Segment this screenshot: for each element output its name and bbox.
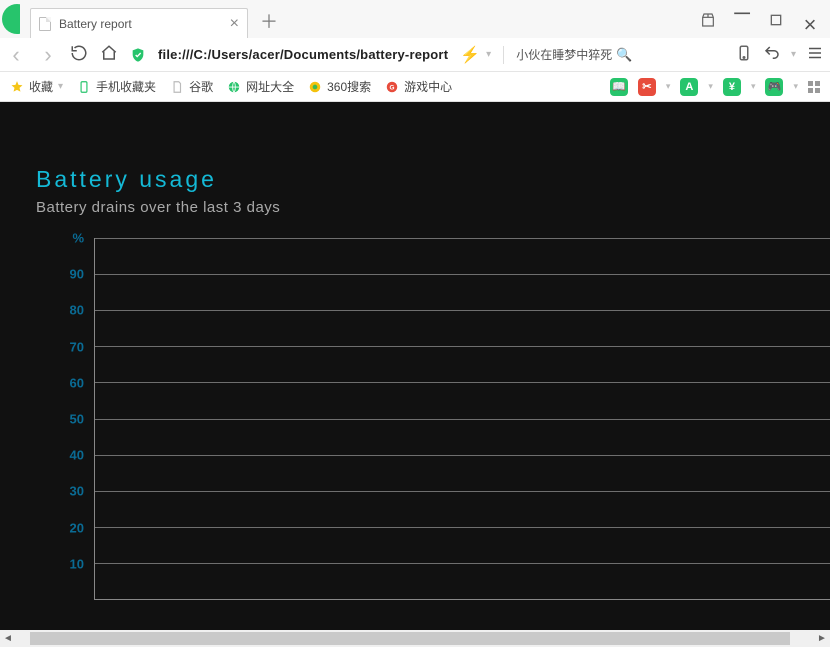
chevron-down-icon[interactable]: ▾ xyxy=(791,49,796,60)
favorites-menu[interactable]: 收藏 ▾ xyxy=(10,78,63,95)
ext-translate-icon[interactable]: A xyxy=(680,78,698,96)
url-text[interactable]: file:///C:/Users/acer/Documents/battery-… xyxy=(158,47,448,62)
ext-reader-icon[interactable]: 📖 xyxy=(610,78,628,96)
window-controls: ─ × xyxy=(698,6,830,38)
y-tick: 90 xyxy=(70,267,84,282)
phone-icon xyxy=(77,80,91,94)
ext-scissors-icon[interactable]: ✂ xyxy=(638,78,656,96)
toolbar-right-cluster: ▾ xyxy=(735,44,824,65)
gridline xyxy=(95,419,830,420)
scroll-right-button[interactable]: ► xyxy=(814,633,830,644)
menu-button[interactable] xyxy=(806,44,824,65)
ext-currency-icon[interactable]: ¥ xyxy=(723,78,741,96)
mobile-fav-label: 手机收藏夹 xyxy=(96,78,156,95)
scroll-track[interactable] xyxy=(16,630,814,647)
page-subtitle: Battery drains over the last 3 days xyxy=(36,199,830,216)
security-shield-icon[interactable] xyxy=(130,47,146,63)
tab-battery-report[interactable]: Battery report × xyxy=(30,8,248,38)
y-tick: 80 xyxy=(70,303,84,318)
bookmark-sites[interactable]: 网址大全 xyxy=(227,78,294,95)
search-suggestion[interactable]: 小伙在睡梦中猝死 🔍 xyxy=(516,46,632,63)
chevron-down-icon[interactable]: ▾ xyxy=(708,81,713,92)
reload-button[interactable] xyxy=(70,44,88,65)
y-tick: 60 xyxy=(70,375,84,390)
gridline xyxy=(95,346,830,347)
search360-icon xyxy=(308,80,322,94)
tab-title: Battery report xyxy=(59,17,132,31)
undo-button[interactable] xyxy=(763,44,781,65)
y-tick: 50 xyxy=(70,412,84,427)
close-window-button[interactable]: × xyxy=(800,12,820,38)
ext-gamepad-icon[interactable]: 🎮 xyxy=(765,78,783,96)
y-tick: 40 xyxy=(70,448,84,463)
bookmarks-bar: 收藏 ▾ 手机收藏夹 谷歌 网址大全 360搜索 G 游戏中心 📖 ✂ ▾ A ▾ xyxy=(0,72,830,102)
y-tick: 70 xyxy=(70,339,84,354)
bookmark-label: 网址大全 xyxy=(246,78,294,95)
divider xyxy=(503,46,504,64)
game-icon: G xyxy=(385,80,399,94)
gridline xyxy=(95,491,830,492)
minimize-button[interactable]: ─ xyxy=(732,8,752,34)
gridline xyxy=(95,382,830,383)
chevron-down-icon[interactable]: ▾ xyxy=(751,81,756,92)
browser-logo xyxy=(0,0,20,38)
file-icon xyxy=(170,80,184,94)
bookmark-label: 谷歌 xyxy=(189,78,213,95)
gridline xyxy=(95,527,830,528)
wardrobe-icon[interactable] xyxy=(698,12,718,38)
page-content: Battery usage Battery drains over the la… xyxy=(0,102,830,630)
back-button[interactable]: ‹ xyxy=(6,42,26,68)
file-icon xyxy=(39,17,51,31)
bookmark-label: 游戏中心 xyxy=(404,78,452,95)
y-tick: 30 xyxy=(70,484,84,499)
chevron-down-icon[interactable]: ▾ xyxy=(666,81,671,92)
globe-icon xyxy=(227,80,241,94)
search-tease-text: 小伙在睡梦中猝死 xyxy=(516,46,612,63)
y-tick: % xyxy=(72,231,84,246)
address-bar: ‹ › file:///C:/Users/acer/Documents/batt… xyxy=(0,38,830,72)
maximize-button[interactable] xyxy=(766,12,786,38)
new-tab-button[interactable]: ＋ xyxy=(256,8,282,34)
scroll-left-button[interactable]: ◄ xyxy=(0,633,16,644)
gridline xyxy=(95,563,830,564)
ext-grid-button[interactable] xyxy=(808,81,820,93)
bookmark-360[interactable]: 360搜索 xyxy=(308,78,371,95)
home-button[interactable] xyxy=(100,44,118,65)
plot-area xyxy=(94,238,830,600)
y-axis: % 90 80 70 60 50 40 30 20 10 xyxy=(36,238,94,600)
scroll-thumb[interactable] xyxy=(30,632,790,645)
gridline xyxy=(95,274,830,275)
chevron-down-icon[interactable]: ▾ xyxy=(793,81,798,92)
favorites-label: 收藏 xyxy=(29,78,53,95)
device-icon[interactable] xyxy=(735,44,753,65)
forward-button[interactable]: › xyxy=(38,42,58,68)
horizontal-scrollbar[interactable]: ◄ ► xyxy=(0,630,830,647)
page-title: Battery usage xyxy=(36,166,830,193)
bolt-icon[interactable]: ⚡ xyxy=(460,45,480,65)
bookmark-google[interactable]: 谷歌 xyxy=(170,78,213,95)
search-icon: 🔍 xyxy=(616,47,632,63)
bookmark-label: 360搜索 xyxy=(327,78,371,95)
tab-close-button[interactable]: × xyxy=(230,16,239,32)
chevron-down-icon[interactable]: ▾ xyxy=(486,49,491,60)
tab-bar: Battery report × ＋ ─ × xyxy=(0,0,830,38)
gridline xyxy=(95,310,830,311)
star-icon xyxy=(10,80,24,94)
battery-usage-chart: % 90 80 70 60 50 40 30 20 10 xyxy=(36,238,830,600)
gridline xyxy=(95,455,830,456)
svg-text:G: G xyxy=(390,84,395,91)
mobile-favorites[interactable]: 手机收藏夹 xyxy=(77,78,156,95)
y-tick: 10 xyxy=(70,556,84,571)
extension-cluster: 📖 ✂ ▾ A ▾ ¥ ▾ 🎮 ▾ xyxy=(610,78,820,96)
y-tick: 20 xyxy=(70,520,84,535)
bookmark-games[interactable]: G 游戏中心 xyxy=(385,78,452,95)
gridline xyxy=(95,238,830,239)
chevron-down-icon: ▾ xyxy=(58,81,63,92)
